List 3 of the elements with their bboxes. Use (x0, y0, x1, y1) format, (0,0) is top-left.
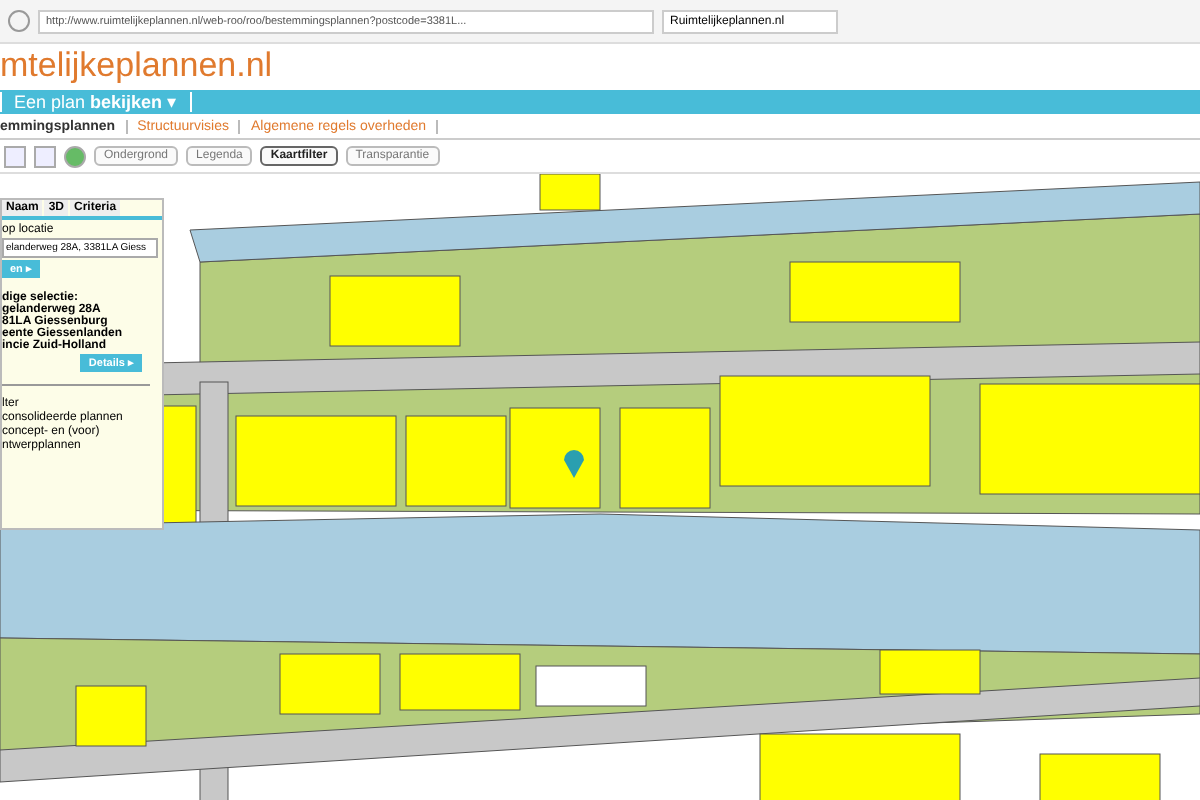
back-icon[interactable] (8, 10, 30, 32)
info-icon[interactable] (64, 145, 86, 167)
map-drawing[interactable] (0, 174, 1200, 800)
